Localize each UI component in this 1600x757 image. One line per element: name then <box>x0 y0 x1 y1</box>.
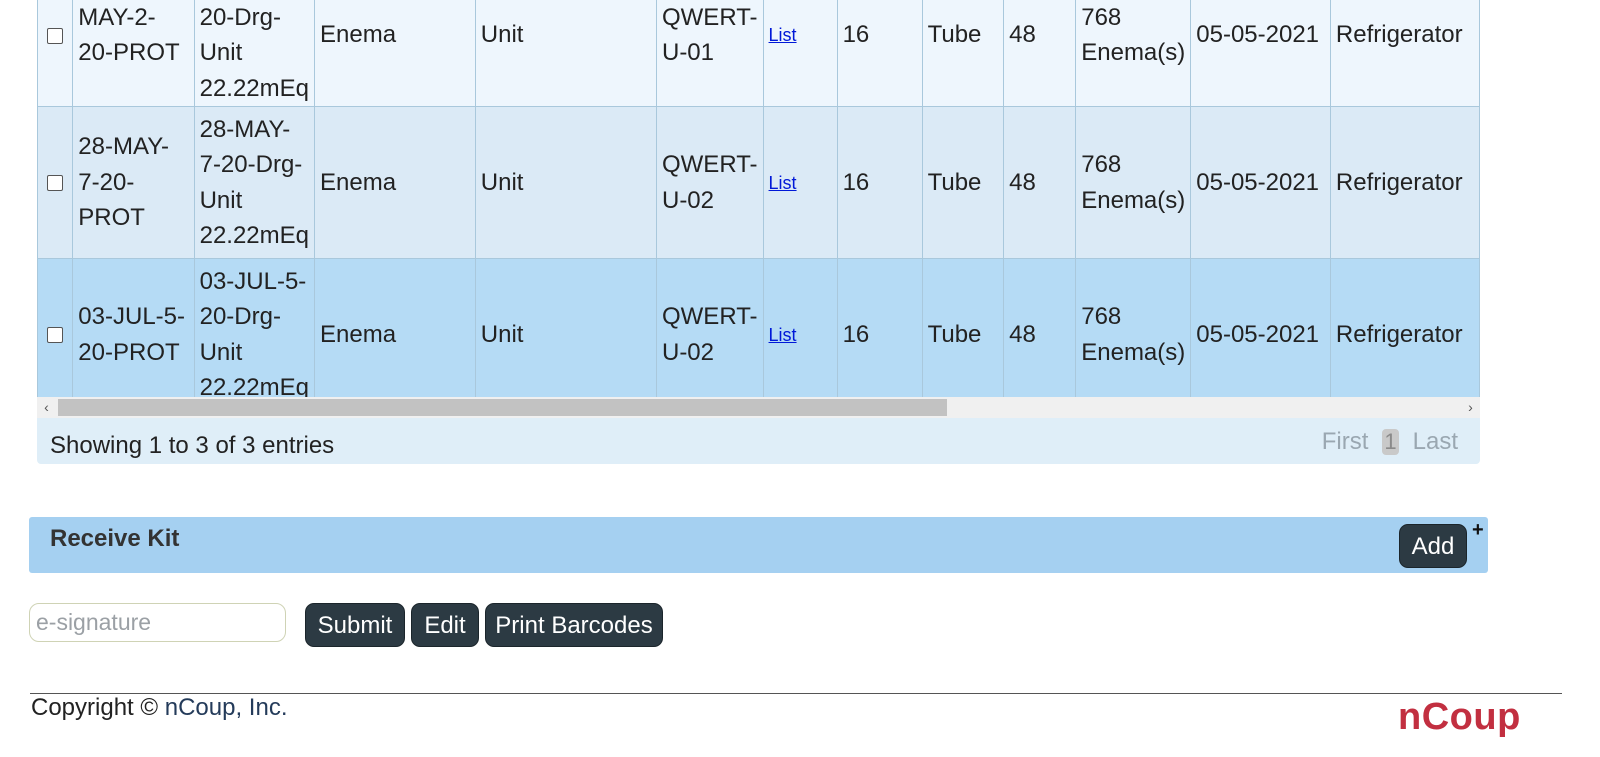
cell-container: Tube <box>922 0 1005 107</box>
cell-count: 48 <box>1003 0 1077 107</box>
row-select-checkbox[interactable] <box>37 258 74 397</box>
add-button[interactable]: Add <box>1399 524 1467 568</box>
cell-qty: 16 <box>837 0 923 107</box>
cell-form: Enema <box>314 106 476 259</box>
receive-kit-panel: Receive Kit Add + <box>29 517 1488 573</box>
row-select-checkbox[interactable] <box>37 106 74 259</box>
cell-lot: QWERT-U-02 <box>656 258 764 397</box>
checkbox-icon[interactable] <box>47 327 64 344</box>
cell-date: 05-05-2021 <box>1190 106 1331 259</box>
pager-first[interactable]: First <box>1322 428 1369 456</box>
cell-total: 768 Enema(s) <box>1075 0 1192 107</box>
cell-link: List <box>763 258 838 397</box>
cell-unit: Unit <box>475 258 657 397</box>
cell-form: Enema <box>314 258 476 397</box>
edit-button[interactable]: Edit <box>411 603 479 647</box>
entries-table-container: MAY-2-20-PROT MAY-2-20-Drg-Unit 22.22mEq… <box>37 0 1480 464</box>
submit-button[interactable]: Submit <box>305 603 405 647</box>
list-link[interactable]: List <box>769 173 797 193</box>
cell-date: 05-05-2021 <box>1190 258 1331 397</box>
cell-lot: QWERT-U-01 <box>656 0 764 107</box>
pager-last[interactable]: Last <box>1413 428 1458 456</box>
table-viewport: MAY-2-20-PROT MAY-2-20-Drg-Unit 22.22mEq… <box>37 0 1480 397</box>
cell-product: 03-JUL-5-20-Drg-Unit 22.22mEq <box>194 258 316 397</box>
cell-date: 05-05-2021 <box>1190 0 1331 107</box>
cell-id: 03-JUL-5-20-PROT <box>72 258 195 397</box>
panel-title: Receive Kit <box>50 525 180 552</box>
cell-id: 28-MAY-7-20-PROT <box>72 106 195 259</box>
brand-logo: nCoup <box>1398 696 1521 738</box>
table-row[interactable]: 28-MAY-7-20-PROT 28-MAY-7-20-Drg-Unit 22… <box>37 106 1480 259</box>
table-row[interactable]: MAY-2-20-PROT MAY-2-20-Drg-Unit 22.22mEq… <box>37 0 1480 107</box>
cell-storage: Refrigerator <box>1330 0 1480 107</box>
scrollbar-thumb[interactable] <box>58 399 947 416</box>
copyright: Copyright © nCoup, Inc. <box>31 694 288 722</box>
horizontal-scrollbar[interactable]: ‹ › <box>37 397 1480 418</box>
cell-container: Tube <box>922 258 1005 397</box>
row-select-checkbox[interactable] <box>37 0 74 107</box>
cell-unit: Unit <box>475 0 657 107</box>
cell-link: List <box>763 0 838 107</box>
cell-qty: 16 <box>837 258 923 397</box>
list-link[interactable]: List <box>769 325 797 345</box>
cell-product: 28-MAY-7-20-Drg-Unit 22.22mEq <box>194 106 316 259</box>
pagination: First 1 Last <box>1322 428 1458 456</box>
company-link[interactable]: nCoup, Inc. <box>165 694 288 721</box>
cell-form: Enema <box>314 0 476 107</box>
cell-container: Tube <box>922 106 1005 259</box>
list-link[interactable]: List <box>769 25 797 45</box>
table-row[interactable]: 03-JUL-5-20-PROT 03-JUL-5-20-Drg-Unit 22… <box>37 258 1480 397</box>
pager-current-page[interactable]: 1 <box>1382 429 1399 455</box>
checkbox-icon[interactable] <box>47 175 64 192</box>
scroll-right-icon[interactable]: › <box>1461 397 1480 418</box>
cell-total: 768 Enema(s) <box>1075 258 1192 397</box>
cell-count: 48 <box>1003 106 1077 259</box>
entries-table: MAY-2-20-PROT MAY-2-20-Drg-Unit 22.22mEq… <box>37 0 1480 397</box>
cell-qty: 16 <box>837 106 923 259</box>
e-signature-input[interactable] <box>29 603 286 642</box>
copyright-prefix: Copyright © <box>31 694 159 721</box>
cell-link: List <box>763 106 838 259</box>
entries-info: Showing 1 to 3 of 3 entries <box>50 432 335 459</box>
cell-lot: QWERT-U-02 <box>656 106 764 259</box>
checkbox-icon[interactable] <box>47 27 64 44</box>
plus-icon[interactable]: + <box>1472 519 1484 542</box>
cell-product: MAY-2-20-Drg-Unit 22.22mEq <box>194 0 316 107</box>
cell-count: 48 <box>1003 258 1077 397</box>
cell-unit: Unit <box>475 106 657 259</box>
cell-id: MAY-2-20-PROT <box>72 0 195 107</box>
print-barcodes-button[interactable]: Print Barcodes <box>485 603 663 647</box>
cell-total: 768 Enema(s) <box>1075 106 1192 259</box>
scroll-left-icon[interactable]: ‹ <box>37 397 56 418</box>
cell-storage: Refrigerator <box>1330 106 1480 259</box>
cell-storage: Refrigerator <box>1330 258 1480 397</box>
